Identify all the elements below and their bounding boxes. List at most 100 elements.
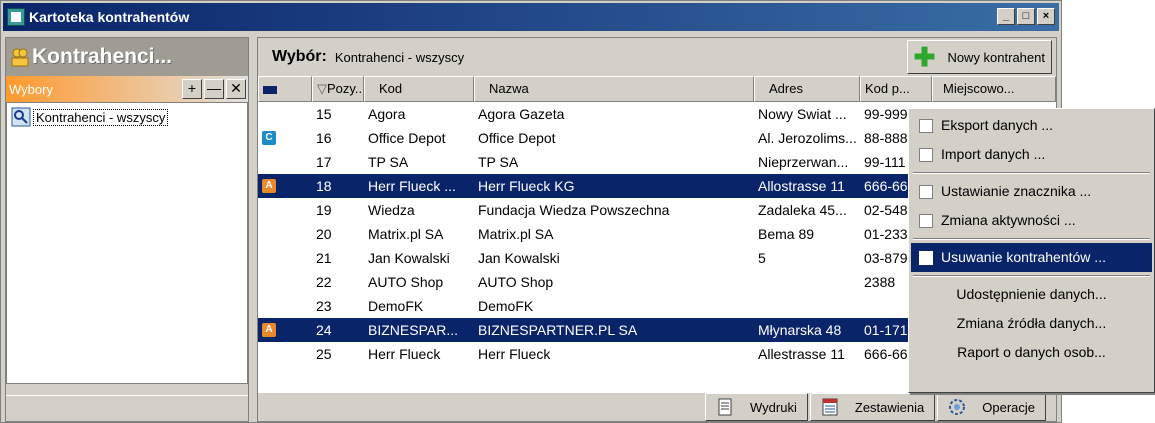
report-icon xyxy=(822,398,838,416)
menu-separator xyxy=(913,238,1150,240)
window-title: Kartoteka kontrahentów xyxy=(29,9,190,25)
column-header-nazwa[interactable]: Nazwa xyxy=(474,76,754,102)
column-header-kod[interactable]: Kod xyxy=(364,76,474,102)
row-badge-icon: C xyxy=(262,131,276,145)
left-panel-heading: Kontrahenci... xyxy=(6,38,248,76)
sort-arrow-icon: ▽ xyxy=(317,81,327,96)
menu-item-label: Ustawianie znacznika ... xyxy=(941,183,1092,199)
menu-separator xyxy=(913,275,1150,277)
tree-item[interactable]: Kontrahenci - wszyscy xyxy=(11,107,243,127)
operations-label: Operacje xyxy=(982,399,1035,415)
menu-checkbox-icon xyxy=(919,213,933,228)
cell-position: 17 xyxy=(316,154,332,170)
row-marker-cell: C xyxy=(258,126,312,150)
new-contractor-button[interactable]: ✚ Nowy kontrahent xyxy=(906,40,1052,74)
column-header-miejscowosc[interactable]: Miejscowo... xyxy=(932,76,1056,102)
left-panel: Kontrahenci... Wybory + — ✕ Kontrahenci … xyxy=(5,37,249,422)
cell-name: DemoFK xyxy=(478,298,534,314)
column-header-kod-pocztowy[interactable]: Kod p... xyxy=(860,76,932,102)
row-marker-cell xyxy=(258,198,312,222)
cell-code: TP SA xyxy=(368,154,409,170)
column-indicator[interactable] xyxy=(258,76,312,102)
cell-code: Jan Kowalski xyxy=(368,250,450,266)
cell-name: AUTO Shop xyxy=(478,274,554,290)
cell-address: Nowy Swiat ... xyxy=(758,106,847,122)
column-header-adres[interactable]: Adres xyxy=(754,76,860,102)
maximize-button[interactable]: □ xyxy=(1017,8,1035,25)
row-marker-cell xyxy=(258,342,312,366)
menu-item[interactable]: Raport o danych osob... xyxy=(911,338,1152,367)
row-marker-cell: A xyxy=(258,174,312,198)
close-button[interactable]: × xyxy=(1037,8,1055,25)
printer-icon xyxy=(718,398,732,416)
reports-button[interactable]: Zestawienia xyxy=(809,393,936,421)
grid-footer: Wydruki Zestawienia Operacje xyxy=(258,393,1056,421)
cell-name: Herr Flueck KG xyxy=(478,178,575,194)
title-bar[interactable]: Kartoteka kontrahentów _ □ × xyxy=(3,3,1059,31)
cell-address xyxy=(754,294,860,318)
menu-item[interactable]: Udostępnienie danych... xyxy=(911,280,1152,309)
menu-checkbox-icon xyxy=(919,250,933,265)
menu-item-label: Zmiana aktywności ... xyxy=(941,212,1076,228)
menu-item[interactable]: Usuwanie kontrahentów ... xyxy=(911,243,1152,272)
operations-context-menu: Eksport danych ... Import danych ... Ustaw… xyxy=(908,108,1155,393)
menu-item-label: Eksport danych ... xyxy=(941,117,1054,133)
menu-item[interactable]: Import danych ... xyxy=(911,140,1152,169)
prints-button[interactable]: Wydruki xyxy=(705,393,808,421)
cell-name: TP SA xyxy=(478,154,519,170)
row-marker-cell xyxy=(258,294,312,318)
cell-name: BIZNESPARTNER.PL SA xyxy=(478,322,638,338)
menu-item[interactable]: Zmiana aktywności ... xyxy=(911,206,1152,235)
prints-label: Wydruki xyxy=(750,399,797,415)
cell-position: 23 xyxy=(316,298,332,314)
right-panel-header: Wybór: Kontrahenci - wszyscy ✚ Nowy kont… xyxy=(258,38,1056,76)
add-selection-button[interactable]: + xyxy=(182,79,202,99)
row-marker-cell xyxy=(258,222,312,246)
menu-item[interactable]: Zmiana źródła danych... xyxy=(911,309,1152,338)
cell-position: 15 xyxy=(316,106,332,122)
cell-address: Allestrasse 11 xyxy=(758,346,845,362)
close-selection-button[interactable]: ✕ xyxy=(226,79,246,99)
cell-code: Office Depot xyxy=(368,130,446,146)
menu-separator xyxy=(913,172,1150,174)
wybory-bar: Wybory + — ✕ xyxy=(6,76,248,102)
reports-label: Zestawienia xyxy=(854,399,925,415)
cell-code: Wiedza xyxy=(368,202,415,218)
new-contractor-label: Nowy kontrahent xyxy=(947,49,1045,65)
operations-button[interactable]: Operacje xyxy=(937,393,1046,421)
app-icon xyxy=(7,8,25,26)
cell-position: 22 xyxy=(316,274,332,290)
menu-checkbox-icon xyxy=(919,118,933,133)
plus-icon: ✚ xyxy=(913,42,936,72)
cell-address: Zadaleka 45... xyxy=(758,202,847,218)
people-icon xyxy=(11,48,29,67)
column-header-poz[interactable]: ▽Pozy... xyxy=(312,76,364,102)
cell-code: Herr Flueck xyxy=(368,346,441,362)
cell-name: Jan Kowalski xyxy=(478,250,560,266)
cell-code: BIZNESPAR... xyxy=(368,322,458,338)
cell-name: Fundacja Wiedza Powszechna xyxy=(478,202,670,218)
cell-position: 21 xyxy=(316,250,332,266)
cell-position: 25 xyxy=(316,346,332,362)
search-icon xyxy=(11,107,31,127)
menu-item-label: Import danych ... xyxy=(941,146,1046,162)
wybory-label: Wybory xyxy=(9,81,53,97)
row-badge-icon: A xyxy=(262,323,276,337)
cell-name: Agora Gazeta xyxy=(478,106,565,122)
menu-item[interactable]: Eksport danych ... xyxy=(911,111,1152,140)
menu-item[interactable]: Ustawianie znacznika ... xyxy=(911,177,1152,206)
cell-position: 24 xyxy=(316,322,332,338)
cell-code: Matrix.pl SA xyxy=(368,226,444,242)
grid-header: ▽Pozy... Kod Nazwa Adres Kod p... Miejsc… xyxy=(258,76,1056,102)
selection-title-label: Wybór: xyxy=(272,48,327,65)
column-label: Pozy... xyxy=(327,81,364,96)
cell-code: Herr Flueck ... xyxy=(368,178,456,194)
minimize-button[interactable]: _ xyxy=(997,8,1015,25)
left-panel-footer xyxy=(6,395,248,421)
cell-name: Herr Flueck xyxy=(478,346,551,362)
left-panel-title: Kontrahenci... xyxy=(32,45,173,68)
selection-title-value: Kontrahenci - wszyscy xyxy=(334,49,465,65)
cell-address: Allostrasse 11 xyxy=(758,178,845,194)
selection-tree: Kontrahenci - wszyscy xyxy=(6,102,248,384)
remove-selection-button[interactable]: — xyxy=(204,79,224,99)
